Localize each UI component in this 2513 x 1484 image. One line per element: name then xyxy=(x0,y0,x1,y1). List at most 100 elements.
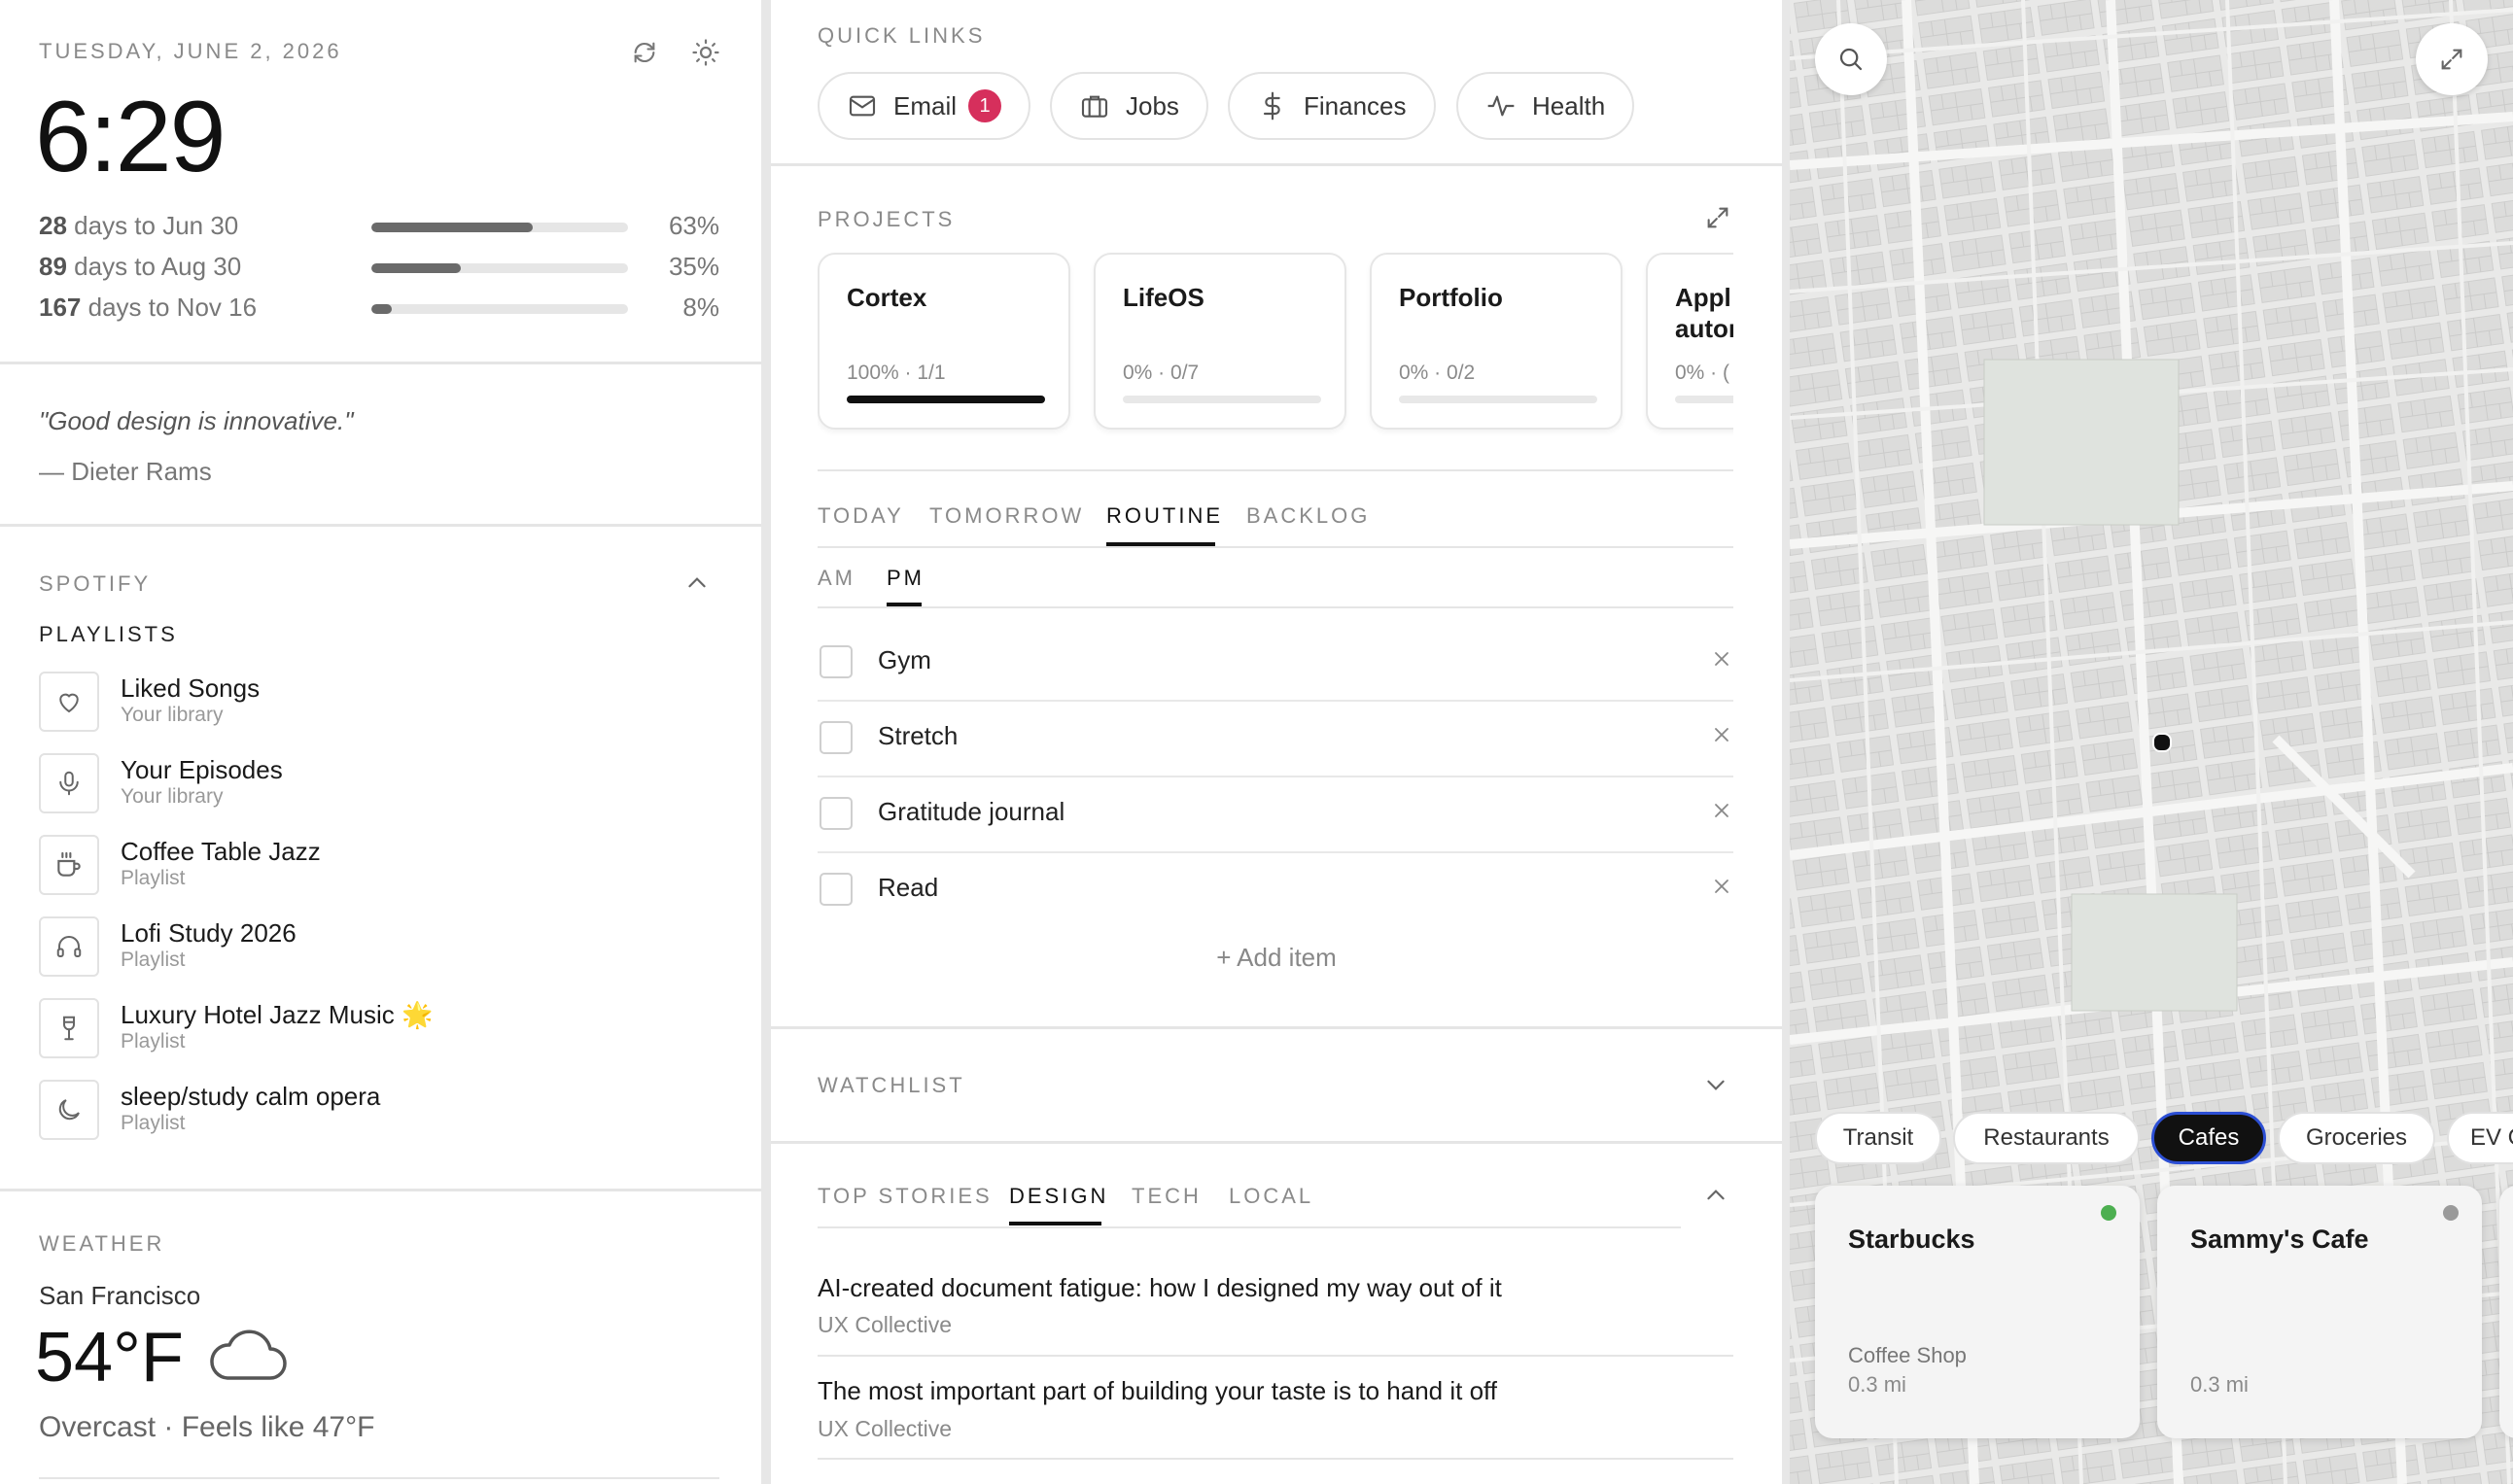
countdown-row: 167 days to Nov 16 8% xyxy=(39,293,719,326)
category-chip-groceries[interactable]: Groceries xyxy=(2278,1112,2435,1164)
project-progress-bar xyxy=(1675,396,1733,403)
playlists-label: PLAYLISTS xyxy=(39,622,178,646)
playlist-item[interactable]: Your Episodes Your library xyxy=(39,753,719,821)
pulse-icon xyxy=(1485,90,1517,121)
add-item-button[interactable]: + Add item xyxy=(771,943,1782,973)
playlist-item[interactable]: sleep/study calm opera Playlist xyxy=(39,1080,719,1148)
left-panel: TUESDAY, JUNE 2, 2026 6:29 28 days to Ju… xyxy=(0,0,761,1484)
category-chip-restaurants[interactable]: Restaurants xyxy=(1953,1112,2140,1164)
map-expand-button[interactable] xyxy=(2416,23,2488,95)
tab-routine[interactable]: ROUTINE xyxy=(1106,503,1223,529)
playlist-name: Your Episodes xyxy=(121,755,283,784)
quote-text: "Good design is innovative." xyxy=(39,406,354,435)
project-card[interactable]: Portfolio 0% · 0/2 xyxy=(1370,253,1623,430)
news-story-title[interactable]: AI-created document fatigue: how I desig… xyxy=(818,1273,1502,1303)
quick-link-label: Email xyxy=(893,90,958,121)
project-card[interactable]: LifeOS 0% · 0/7 xyxy=(1094,253,1346,430)
project-name: LifeOS xyxy=(1123,283,1204,312)
project-card[interactable]: Appl autoı 0% · ( xyxy=(1646,253,1733,430)
subtab-pm[interactable]: PM xyxy=(887,566,925,591)
tab-underline xyxy=(1009,1222,1101,1225)
weather-city: San Francisco xyxy=(39,1281,201,1310)
close-icon[interactable] xyxy=(1710,723,1733,746)
countdown-days: 28 days to Jun 30 xyxy=(39,211,239,240)
quick-links-title: QUICK LINKS xyxy=(818,23,986,48)
sun-icon[interactable] xyxy=(686,33,725,72)
close-icon[interactable] xyxy=(1710,799,1733,822)
refresh-icon[interactable] xyxy=(625,33,664,72)
countdown-row: 28 days to Jun 30 63% xyxy=(39,211,719,244)
countdown-percent: 63% xyxy=(668,211,719,240)
project-status: 100% · 1/1 xyxy=(847,362,946,384)
todo-checkbox[interactable] xyxy=(820,873,853,906)
category-chip-cafes[interactable]: Cafes xyxy=(2151,1112,2266,1164)
tab-backlog[interactable]: BACKLOG xyxy=(1246,503,1370,529)
category-chip-ev[interactable]: EV C xyxy=(2447,1112,2513,1164)
countdown-percent: 8% xyxy=(682,293,719,322)
expand-icon[interactable] xyxy=(1698,198,1737,237)
place-card[interactable] xyxy=(2499,1186,2513,1438)
status-dot xyxy=(2443,1205,2459,1221)
news-story-title[interactable]: The most important part of building your… xyxy=(818,1376,1497,1406)
todo-item: Gratitude journal xyxy=(818,777,1733,853)
map-search-button[interactable] xyxy=(1815,23,1887,95)
playlist-item[interactable]: Coffee Table Jazz Playlist xyxy=(39,835,719,903)
playlist-subtitle: Playlist xyxy=(121,1030,186,1053)
close-icon[interactable] xyxy=(1710,875,1733,898)
projects-carousel[interactable]: Cortex 100% · 1/1 LifeOS 0% · 0/7 Portfo… xyxy=(818,243,1733,447)
divider xyxy=(0,362,761,364)
quick-link-label: Jobs xyxy=(1126,90,1179,121)
weather-temperature: 54°F xyxy=(35,1319,184,1397)
playlist-item[interactable]: Luxury Hotel Jazz Music 🌟 Playlist xyxy=(39,998,719,1066)
tab-tech[interactable]: TECH xyxy=(1132,1184,1202,1209)
quick-link-jobs[interactable]: Jobs xyxy=(1050,72,1208,140)
news-story-source: UX Collective xyxy=(818,1312,953,1337)
divider xyxy=(0,524,761,527)
countdown-progress-bar xyxy=(371,304,628,314)
quick-link-label: Finances xyxy=(1304,90,1407,121)
divider xyxy=(39,1477,719,1479)
todo-checkbox[interactable] xyxy=(820,797,853,830)
coffee-cup-icon xyxy=(39,835,99,895)
tab-tomorrow[interactable]: TOMORROW xyxy=(929,503,1084,529)
map-panel[interactable]: Transit Restaurants Cafes Groceries EV C… xyxy=(1790,0,2513,1484)
tab-top-stories[interactable]: TOP STORIES xyxy=(818,1184,993,1209)
place-type: Coffee Shop xyxy=(1848,1343,1967,1367)
project-status: 0% · 0/2 xyxy=(1399,362,1476,384)
playlist-name: Coffee Table Jazz xyxy=(121,837,321,866)
weather-title: WEATHER xyxy=(39,1231,165,1256)
todo-text: Gym xyxy=(878,645,931,674)
column-divider[interactable] xyxy=(761,0,771,1484)
quick-link-health[interactable]: Health xyxy=(1456,72,1635,140)
divider xyxy=(818,1355,1733,1357)
todo-checkbox[interactable] xyxy=(820,645,853,678)
place-card[interactable]: Starbucks Coffee Shop 0.3 mi xyxy=(1815,1186,2140,1438)
chevron-down-icon[interactable] xyxy=(1696,1065,1735,1104)
quick-link-email[interactable]: Email 1 xyxy=(818,72,1031,140)
place-distance: 0.3 mi xyxy=(1848,1372,1906,1397)
search-icon xyxy=(1836,45,1866,74)
projects-title: PROJECTS xyxy=(818,207,956,231)
project-card[interactable]: Cortex 100% · 1/1 xyxy=(818,253,1070,430)
playlist-item[interactable]: Liked Songs Your library xyxy=(39,672,719,740)
countdown-percent: 35% xyxy=(668,252,719,281)
tab-local[interactable]: LOCAL xyxy=(1229,1184,1313,1209)
center-panel: QUICK LINKS Email 1 Jobs Finances Health… xyxy=(771,0,1782,1484)
tab-today[interactable]: TODAY xyxy=(818,503,904,529)
category-chip-transit[interactable]: Transit xyxy=(1815,1112,1941,1164)
playlist-item[interactable]: Lofi Study 2026 Playlist xyxy=(39,916,719,984)
close-icon[interactable] xyxy=(1710,647,1733,671)
collapse-chevron-icon[interactable] xyxy=(678,564,716,603)
project-name: Appl autoı xyxy=(1675,283,1733,343)
tab-design[interactable]: DESIGN xyxy=(1009,1184,1108,1209)
place-name: Starbucks xyxy=(1848,1225,1975,1254)
subtab-am[interactable]: AM xyxy=(818,566,855,591)
wine-glass-icon xyxy=(39,998,99,1058)
todo-checkbox[interactable] xyxy=(820,721,853,754)
chevron-up-icon[interactable] xyxy=(1696,1176,1735,1215)
countdown-row: 89 days to Aug 30 35% xyxy=(39,252,719,285)
divider xyxy=(818,1458,1733,1460)
quick-link-finances[interactable]: Finances xyxy=(1228,72,1436,140)
column-divider[interactable] xyxy=(1782,0,1790,1484)
place-card[interactable]: Sammy's Cafe 0.3 mi xyxy=(2157,1186,2482,1438)
